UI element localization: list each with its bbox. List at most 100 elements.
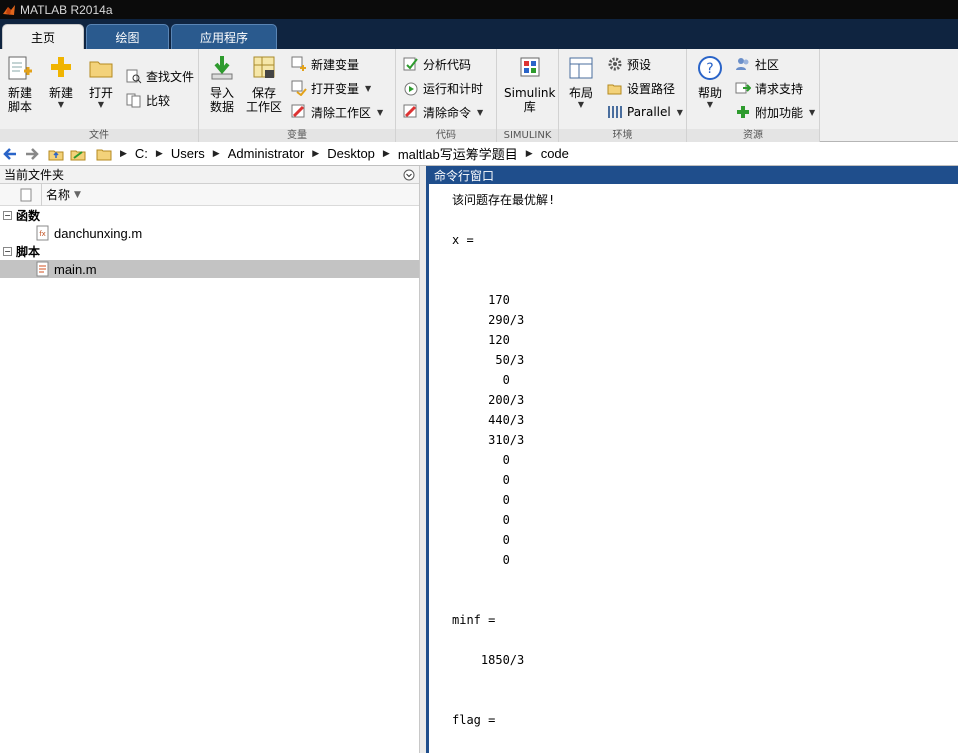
help-button[interactable]: ? 帮助 ▼ — [696, 53, 724, 110]
panel-menu-icon[interactable] — [403, 169, 415, 181]
file-group: 新建 脚本 新建 ▼ 打开 ▼ 查找文件 比较 文件 — [0, 49, 199, 142]
breadcrumb-separator-icon: ▶ — [312, 148, 320, 158]
open-variable-button[interactable]: 打开变量 ▼ — [291, 79, 371, 97]
parallel-button[interactable]: Parallel ▼ — [607, 103, 683, 121]
code-group-label: 代码 — [396, 129, 496, 142]
clear-commands-button[interactable]: 清除命令 ▼ — [403, 103, 483, 121]
add-ons-label: 附加功能 — [755, 105, 804, 120]
open-label: 打开 — [88, 86, 113, 100]
simulink-group: Simulink 库 SIMULINK — [497, 49, 559, 142]
parallel-dropdown-icon[interactable]: ▼ — [677, 108, 683, 117]
request-support-icon — [735, 82, 751, 94]
add-ons-button[interactable]: 附加功能 ▼ — [735, 103, 815, 121]
import-data-label-1: 导入 — [209, 86, 234, 100]
open-dropdown-icon[interactable]: ▼ — [98, 100, 104, 110]
breadcrumb-separator-icon: ▶ — [212, 148, 220, 158]
clear-commands-icon — [403, 104, 417, 118]
clear-commands-dropdown-icon[interactable]: ▼ — [477, 108, 483, 117]
ribbon-tab-strip: 主页 绘图 应用程序 — [0, 19, 958, 49]
tab-home[interactable]: 主页 — [2, 24, 84, 49]
find-files-button[interactable]: 查找文件 — [126, 67, 194, 85]
code-group: 分析代码 运行和计时 清除命令 ▼ 代码 — [396, 49, 497, 142]
group-row-scripts[interactable]: − 脚本 — [0, 242, 419, 260]
output-line: 0 — [452, 493, 510, 507]
new-script-button[interactable]: 新建 脚本 — [6, 53, 34, 114]
help-icon: ? — [698, 56, 722, 80]
preferences-button[interactable]: 预设 — [607, 55, 651, 73]
analyze-code-button[interactable]: 分析代码 — [403, 55, 471, 73]
new-button[interactable]: 新建 ▼ — [47, 53, 75, 110]
breadcrumb-desktop[interactable]: Desktop — [327, 146, 375, 161]
community-label: 社区 — [755, 57, 780, 72]
new-script-icon — [8, 56, 32, 80]
output-line: 1850/3 — [452, 653, 525, 667]
add-ons-dropdown-icon[interactable]: ▼ — [809, 108, 815, 117]
command-output: 该问题存在最优解! x = 170 290/3 120 50/3 0 200/3… — [452, 190, 555, 753]
open-folder-icon — [89, 61, 113, 78]
layout-button[interactable]: 布局 ▼ — [567, 53, 595, 110]
group-row-functions[interactable]: − 函数 — [0, 206, 419, 224]
find-files-label: 查找文件 — [146, 69, 195, 84]
back-icon[interactable] — [2, 146, 18, 162]
breadcrumb-users[interactable]: Users — [171, 146, 205, 161]
file-row-main[interactable]: main.m — [0, 260, 419, 278]
simulink-library-icon — [520, 57, 540, 77]
breadcrumb-administrator[interactable]: Administrator — [228, 146, 305, 161]
window-title: MATLAB R2014a — [20, 2, 113, 17]
file-row-danchunxing[interactable]: fx danchunxing.m — [0, 224, 419, 242]
up-folder-icon[interactable] — [48, 146, 64, 162]
help-label: 帮助 — [697, 86, 722, 100]
run-and-time-button[interactable]: 运行和计时 — [403, 79, 483, 97]
request-support-button[interactable]: 请求支持 — [735, 79, 803, 97]
clear-workspace-dropdown-icon[interactable]: ▼ — [377, 108, 383, 117]
address-bar: ▶ C: ▶ Users ▶ Administrator ▶ Desktop ▶… — [0, 142, 958, 166]
compare-button[interactable]: 比较 — [126, 91, 170, 109]
breadcrumb-drive[interactable]: C: — [135, 146, 148, 161]
browse-folder-icon[interactable] — [70, 146, 86, 162]
layout-label: 布局 — [568, 86, 593, 100]
breadcrumb-project-folder[interactable]: maltlab写运筹学题目 — [398, 144, 518, 163]
forward-icon[interactable] — [24, 146, 40, 162]
help-dropdown-icon[interactable]: ▼ — [707, 100, 713, 110]
command-window[interactable]: 命令行窗口 该问题存在最优解! x = 170 290/3 120 50/3 0… — [426, 166, 958, 753]
collapse-icon[interactable]: − — [3, 210, 12, 220]
new-script-label-1: 新建 — [7, 86, 32, 100]
layout-dropdown-icon[interactable]: ▼ — [578, 100, 584, 110]
open-button[interactable]: 打开 ▼ — [87, 53, 115, 110]
new-variable-button[interactable]: 新建变量 — [291, 55, 359, 73]
open-variable-dropdown-icon[interactable]: ▼ — [365, 84, 371, 93]
current-folder-header: 当前文件夹 — [0, 166, 419, 184]
community-button[interactable]: 社区 — [735, 55, 779, 73]
sort-arrow-icon[interactable]: ▼ — [74, 190, 81, 200]
output-line: 0 — [452, 473, 510, 487]
resources-group: ? 帮助 ▼ 社区 请求支持 附加功能 ▼ 资源 — [687, 49, 820, 142]
simulink-library-button[interactable]: Simulink 库 — [504, 53, 555, 114]
new-variable-icon — [291, 56, 306, 71]
save-workspace-label-1: 保存 — [252, 86, 277, 100]
output-line: 0 — [452, 533, 510, 547]
tab-plots[interactable]: 绘图 — [86, 24, 169, 49]
analyze-code-icon — [403, 57, 418, 71]
breadcrumb-code[interactable]: code — [541, 146, 569, 161]
collapse-icon[interactable]: − — [3, 246, 12, 256]
clear-workspace-label: 清除工作区 — [311, 105, 372, 120]
matlab-logo-icon — [3, 4, 15, 15]
import-data-button[interactable]: 导入 数据 — [208, 53, 236, 114]
breadcrumb-separator-icon: ▶ — [382, 148, 390, 158]
new-dropdown-icon[interactable]: ▼ — [58, 100, 64, 110]
set-path-button[interactable]: 设置路径 — [607, 79, 675, 97]
tab-apps[interactable]: 应用程序 — [171, 24, 277, 49]
save-workspace-button[interactable]: 保存 工作区 — [246, 53, 282, 114]
name-column-header[interactable]: 名称 — [46, 186, 70, 203]
find-files-icon — [126, 69, 142, 84]
breadcrumb-separator-icon: ▶ — [155, 148, 163, 158]
file-name-danchunxing: danchunxing.m — [54, 225, 143, 241]
open-variable-label: 打开变量 — [311, 81, 360, 96]
clear-workspace-button[interactable]: 清除工作区 ▼ — [291, 103, 383, 121]
run-and-time-label: 运行和计时 — [423, 81, 484, 96]
